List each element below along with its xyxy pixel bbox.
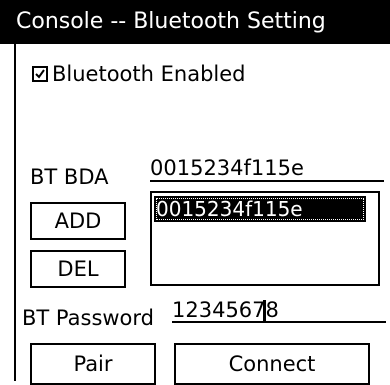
add-button[interactable]: ADD <box>30 202 126 240</box>
bt-bda-value[interactable]: 0015234f115e <box>150 156 304 180</box>
title-bar: Console -- Bluetooth Setting <box>0 0 390 44</box>
pair-button[interactable]: Pair <box>30 343 156 385</box>
check-icon <box>35 69 45 79</box>
bluetooth-enabled-checkbox[interactable] <box>32 66 48 82</box>
bt-bda-label: BT BDA <box>30 165 109 189</box>
device-list[interactable]: 0015234f115e <box>150 191 380 286</box>
bluetooth-setting-panel: Bluetooth Enabled BT BDA 0015234f115e AD… <box>14 44 390 385</box>
bt-password-underline <box>172 321 386 323</box>
bt-bda-underline <box>150 180 384 182</box>
list-item[interactable]: 0015234f115e <box>154 196 366 222</box>
del-button[interactable]: DEL <box>30 250 126 288</box>
window-title: Console -- Bluetooth Setting <box>16 9 326 34</box>
text-caret <box>263 300 266 322</box>
bluetooth-enabled-label: Bluetooth Enabled <box>52 62 246 86</box>
connect-button[interactable]: Connect <box>174 343 370 385</box>
bt-password-label: BT Password <box>22 306 154 330</box>
